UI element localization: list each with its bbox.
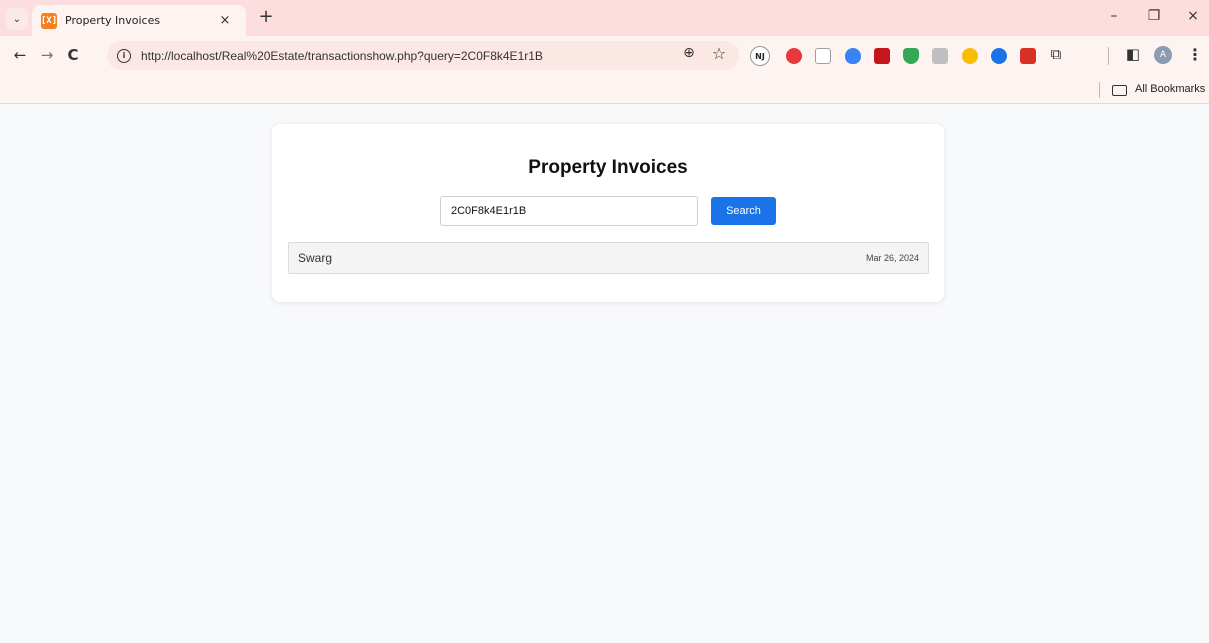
- address-bar[interactable]: i http://localhost/Real%20Estate/transac…: [107, 41, 739, 70]
- folder-icon[interactable]: [1112, 85, 1127, 96]
- result-row[interactable]: Swarg Mar 26, 2024: [288, 242, 929, 274]
- page-title: Property Invoices: [528, 157, 688, 178]
- tab-close-icon[interactable]: ×: [215, 13, 235, 28]
- extension-blue-icon[interactable]: [991, 48, 1007, 64]
- menu-kebab-icon[interactable]: ⋮: [1186, 45, 1204, 64]
- browser-toolbar: ← → C i http://localhost/Real%20Estate/t…: [0, 36, 1209, 76]
- result-property-name: Swarg: [298, 251, 333, 265]
- zoom-icon[interactable]: ⊕: [680, 45, 698, 61]
- extension-shield-icon[interactable]: [903, 48, 919, 64]
- search-button[interactable]: Search: [711, 197, 776, 225]
- toolbar-divider: [1108, 47, 1109, 65]
- tab-search-button[interactable]: ⌄: [6, 8, 28, 30]
- forward-button[interactable]: →: [37, 46, 57, 64]
- extension-pdf-icon[interactable]: [874, 48, 890, 64]
- close-window-button[interactable]: ×: [1183, 8, 1203, 24]
- reload-button[interactable]: C: [63, 46, 83, 64]
- bookmarks-bar: All Bookmarks: [0, 76, 1209, 104]
- bookmarks-divider: [1099, 82, 1100, 98]
- back-button[interactable]: ←: [10, 46, 30, 64]
- address-url[interactable]: http://localhost/Real%20Estate/transacti…: [141, 49, 543, 63]
- tab-strip: ⌄ [X] Property Invoices × + – ❐ ×: [0, 0, 1209, 36]
- extension-dislike-icon[interactable]: [1020, 48, 1036, 64]
- extension-reader-icon[interactable]: [815, 48, 831, 64]
- site-info-icon[interactable]: i: [117, 48, 131, 63]
- new-tab-button[interactable]: +: [256, 6, 276, 27]
- extensions-puzzle-icon[interactable]: ⧉: [1047, 45, 1065, 63]
- extension-flame-icon[interactable]: [845, 48, 861, 64]
- invoice-card: Property Invoices Search Swarg Mar 26, 2…: [272, 124, 944, 302]
- all-bookmarks-label[interactable]: All Bookmarks: [1135, 83, 1205, 95]
- extension-nj-icon[interactable]: NJ: [750, 46, 770, 66]
- extension-gray-icon[interactable]: [932, 48, 948, 64]
- minimize-button[interactable]: –: [1104, 8, 1124, 24]
- restore-button[interactable]: ❐: [1144, 8, 1164, 24]
- xampp-favicon-icon: [X]: [41, 12, 57, 29]
- bookmark-star-icon[interactable]: ☆: [710, 44, 728, 63]
- extension-red-icon[interactable]: [786, 48, 802, 64]
- active-tab[interactable]: [X] Property Invoices ×: [32, 5, 246, 36]
- search-input[interactable]: [440, 196, 698, 226]
- extension-dots-icon[interactable]: [962, 48, 978, 64]
- profile-avatar[interactable]: A: [1154, 46, 1172, 64]
- result-date: Mar 26, 2024: [865, 253, 919, 263]
- side-panel-icon[interactable]: ◧: [1124, 45, 1142, 63]
- tab-title: Property Invoices: [65, 14, 161, 27]
